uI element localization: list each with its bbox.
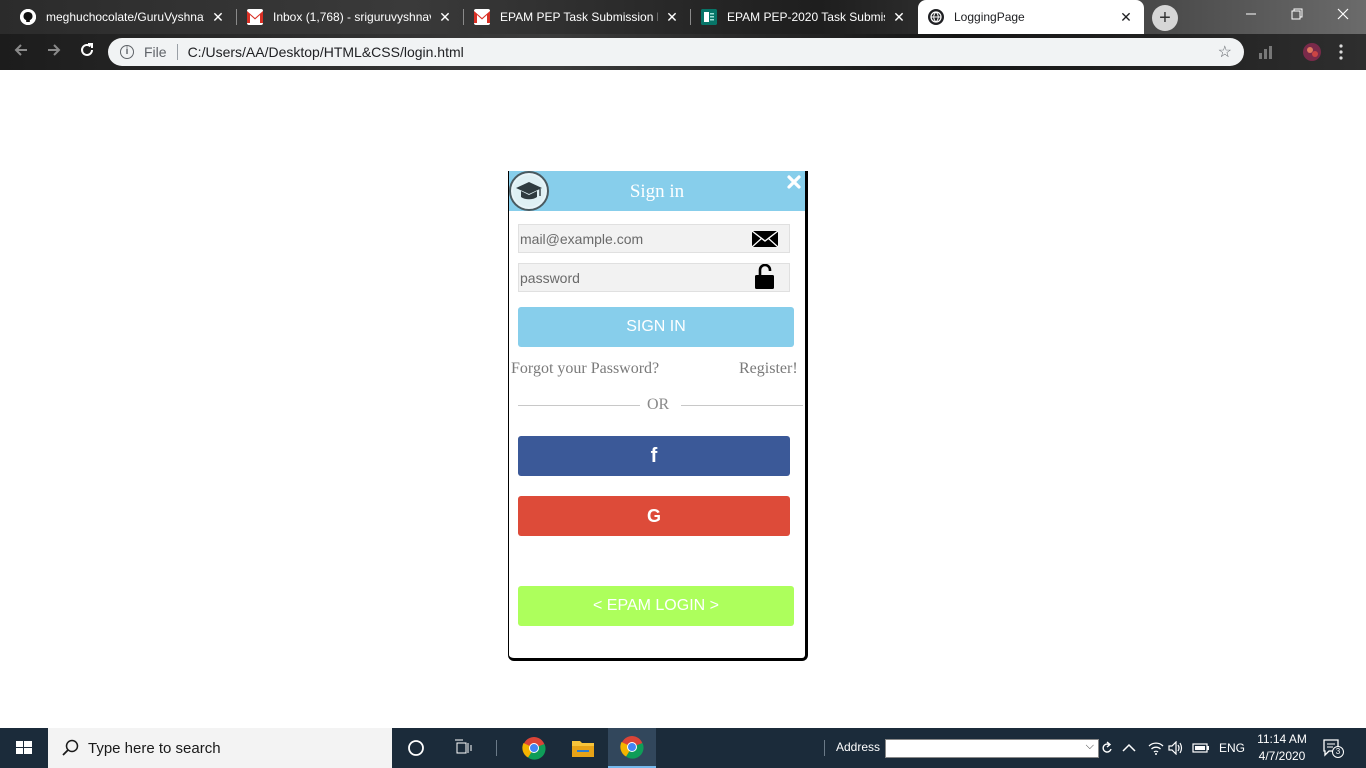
forward-icon[interactable] bbox=[43, 41, 65, 63]
close-icon[interactable]: ✕ bbox=[437, 9, 453, 26]
scheme-label: File bbox=[144, 44, 167, 60]
close-icon[interactable]: ✕ bbox=[664, 9, 680, 26]
google-login-button[interactable]: G bbox=[518, 496, 790, 536]
profile-avatar[interactable] bbox=[1302, 42, 1322, 62]
new-tab-button[interactable]: + bbox=[1152, 5, 1178, 31]
facebook-login-button[interactable]: f bbox=[518, 436, 790, 476]
close-icon[interactable]: ✕ bbox=[210, 9, 226, 26]
signin-title: Sign in bbox=[629, 181, 685, 202]
clock-date: 4/7/2020 bbox=[1258, 749, 1306, 763]
chevron-down-icon[interactable]: ⌵ bbox=[1086, 740, 1094, 753]
epam-login-button[interactable]: < EPAM LOGIN > bbox=[518, 586, 794, 626]
close-icon[interactable]: ✕ bbox=[1118, 9, 1134, 26]
tab-strip: meghuchocolate/GuruVyshnav ✕ Inbox (1,76… bbox=[0, 0, 1366, 34]
tab-loggingpage[interactable]: LoggingPage ✕ bbox=[918, 0, 1144, 34]
address-go-icon[interactable] bbox=[1101, 728, 1113, 768]
tab-title: EPAM PEP-2020 Task Submissio bbox=[727, 10, 885, 24]
or-divider-label: OR bbox=[647, 396, 670, 413]
reload-icon[interactable] bbox=[76, 41, 98, 63]
gmail-icon bbox=[247, 9, 263, 25]
start-button[interactable] bbox=[0, 728, 48, 768]
globe-icon bbox=[928, 9, 944, 25]
cortana-icon[interactable] bbox=[392, 728, 440, 768]
file-explorer-icon[interactable] bbox=[559, 728, 607, 768]
notification-count-badge: 3 bbox=[1332, 746, 1344, 758]
tab-title: EPAM PEP Task Submission For bbox=[500, 10, 658, 24]
tab-gmail-inbox[interactable]: Inbox (1,768) - sriguruvyshnav ✕ bbox=[237, 0, 463, 34]
email-input[interactable] bbox=[519, 225, 739, 252]
battery-icon[interactable] bbox=[1192, 728, 1210, 768]
signin-button[interactable]: SIGN IN bbox=[518, 307, 794, 347]
taskbar-search[interactable]: Type here to search bbox=[48, 728, 392, 768]
search-placeholder: Type here to search bbox=[88, 739, 221, 757]
envelope-icon bbox=[751, 229, 779, 249]
chevron-up-icon[interactable] bbox=[1122, 728, 1136, 768]
restore-window-button[interactable] bbox=[1274, 0, 1320, 30]
forms-icon bbox=[701, 9, 717, 25]
url-text[interactable]: C:/Users/AA/Desktop/HTML&CSS/login.html bbox=[188, 44, 1218, 60]
address-toolbar-label: Address bbox=[836, 740, 881, 754]
language-indicator[interactable]: ENG bbox=[1219, 728, 1245, 768]
unlock-icon bbox=[751, 263, 779, 290]
tab-github[interactable]: meghuchocolate/GuruVyshnav ✕ bbox=[10, 0, 236, 34]
divider-left bbox=[518, 405, 640, 406]
minimize-window-button[interactable] bbox=[1228, 0, 1274, 30]
action-center-icon[interactable]: 3 bbox=[1322, 738, 1344, 758]
volume-icon[interactable] bbox=[1168, 728, 1184, 768]
chrome-active-taskbar-icon[interactable] bbox=[608, 728, 656, 768]
gmail-icon bbox=[474, 9, 490, 25]
email-field[interactable] bbox=[518, 224, 790, 253]
wifi-icon[interactable] bbox=[1148, 728, 1164, 768]
google-icon: G bbox=[646, 506, 661, 526]
system-clock[interactable]: 11:14 AM 4/7/2020 bbox=[1252, 731, 1312, 765]
address-toolbar-input[interactable]: ⌵ bbox=[885, 739, 1099, 758]
login-card: Sign in SIGN IN Forgot your Password? Re… bbox=[508, 171, 808, 661]
bookmark-star-icon[interactable]: ☆ bbox=[1218, 42, 1232, 62]
menu-kebab-icon[interactable] bbox=[1338, 43, 1344, 61]
password-field[interactable] bbox=[518, 263, 790, 292]
clock-time: 11:14 AM bbox=[1257, 732, 1307, 746]
password-input[interactable] bbox=[519, 264, 739, 291]
info-icon[interactable]: i bbox=[120, 45, 134, 59]
tab-title: meghuchocolate/GuruVyshnav bbox=[46, 10, 204, 24]
chrome-taskbar-icon[interactable] bbox=[510, 728, 558, 768]
tab-title: Inbox (1,768) - sriguruvyshnav bbox=[273, 10, 431, 24]
facebook-icon: f bbox=[650, 445, 658, 467]
task-view-icon[interactable] bbox=[440, 728, 488, 768]
search-icon bbox=[60, 738, 80, 758]
close-icon[interactable] bbox=[787, 172, 803, 192]
taskbar: Type here to search Address ⌵ ENG 11:14 … bbox=[0, 728, 1366, 768]
tab-forms[interactable]: EPAM PEP-2020 Task Submissio ✕ bbox=[691, 0, 917, 34]
card-header: Sign in bbox=[509, 171, 805, 211]
tab-title: LoggingPage bbox=[954, 10, 1025, 24]
close-icon[interactable]: ✕ bbox=[891, 9, 907, 26]
divider-right bbox=[681, 405, 803, 406]
register-link[interactable]: Register! bbox=[739, 360, 798, 378]
forgot-password-link[interactable]: Forgot your Password? bbox=[511, 360, 659, 378]
extension-icon[interactable] bbox=[1258, 44, 1276, 60]
browser-toolbar: i File C:/Users/AA/Desktop/HTML&CSS/logi… bbox=[0, 34, 1366, 70]
back-icon[interactable] bbox=[10, 41, 32, 63]
address-bar[interactable]: i File C:/Users/AA/Desktop/HTML&CSS/logi… bbox=[108, 38, 1244, 66]
tab-gmail-epam[interactable]: EPAM PEP Task Submission For ✕ bbox=[464, 0, 690, 34]
close-window-button[interactable] bbox=[1320, 0, 1366, 30]
github-icon bbox=[20, 9, 36, 25]
